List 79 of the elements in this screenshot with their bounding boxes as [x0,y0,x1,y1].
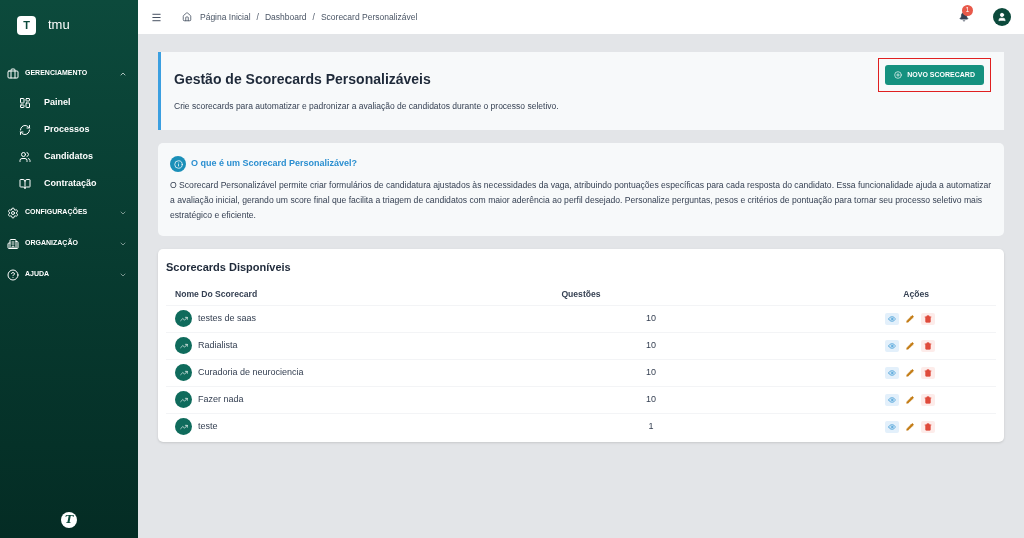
column-header: Questões [561,287,601,301]
trash-icon [924,368,932,377]
question-count: 1 [647,419,654,433]
trend-icon [179,341,188,350]
view-button[interactable] [885,366,899,379]
edit-button[interactable] [903,393,917,406]
sidebar-item[interactable]: Painel [0,89,138,116]
eye-icon [888,395,896,404]
delete-button[interactable] [921,339,935,352]
pencil-icon [906,314,914,323]
pencil-icon [906,422,914,431]
edit-button[interactable] [903,366,917,379]
eye-icon [888,341,896,350]
view-button[interactable] [885,339,899,352]
eye-icon [888,314,896,323]
breadcrumb-separator: / [256,10,259,24]
delete-button[interactable] [921,420,935,433]
footer-logo: T [61,512,77,528]
question-count: 10 [645,392,656,406]
page-subtitle: Crie scorecards para automatizar e padronizar a avaliação de candidatos durante o processo seletivo. [174,100,560,113]
trash-icon [924,422,932,431]
scorecard-name: Radialista [198,338,238,352]
question-count: 10 [645,365,656,379]
trash-icon [924,314,932,323]
gear-icon [7,206,19,219]
app-name: tmu [48,16,70,35]
sidebar-item[interactable]: Processos [0,116,138,143]
eye-icon [888,368,896,377]
info-title: O que é um Scorecard Personalizável? [191,157,358,171]
delete-button[interactable] [921,393,935,406]
app-logo: T [17,15,36,35]
trend-icon [179,368,188,377]
edit-button[interactable] [903,312,917,325]
column-header: Ações [903,287,929,301]
scorecard-name: Curadoria de neurociencia [198,365,304,379]
sidebar-item[interactable]: Candidatos [0,143,138,170]
pencil-icon [906,341,914,350]
info-text: O Scorecard Personalizável permite criar formulários de candidatura ajustados às necessidades da vaga, atribuindo pontuações específicas para cada resposta do candidato. Essa funcionalidade ajuda a automatizar a avaliação inicial, gerando um score final que facilita a triagem de candidatos com maior aderência ao perfil desejado. Personalize perguntas, pesos e critérios de pontuação para tornar seu processo seletivo mais estratégico e eficiente. [170,179,992,222]
delete-button[interactable] [921,366,935,379]
table-title: Scorecards Disponíveis [166,260,292,275]
pencil-icon [906,368,914,377]
cycle-icon [19,123,31,136]
user-icon [997,12,1007,22]
scorecard-name: testes de saas [198,311,257,325]
breadcrumb-link[interactable]: Scorecard Personalizável [320,10,418,24]
book-icon [19,177,31,190]
dashboard-icon [19,96,31,109]
scorecard-name: Fazer nada [198,392,244,406]
delete-button[interactable] [921,312,935,325]
breadcrumb-link[interactable]: Página Inicial [200,10,251,24]
column-header: Nome Do Scorecard [175,287,259,301]
notification-icon[interactable] [959,12,969,22]
eye-icon [888,422,896,431]
trash-icon [924,341,932,350]
scorecard-name: teste [198,419,218,433]
view-button[interactable] [885,420,899,433]
pencil-icon [906,395,914,404]
edit-button[interactable] [903,420,917,433]
breadcrumb-link[interactable]: Dashboard [264,10,307,24]
trend-icon [179,314,188,323]
view-button[interactable] [885,393,899,406]
menu-icon[interactable] [151,11,162,23]
page-title: Gestão de Scorecards Personalizáveis [174,70,432,90]
question-count: 10 [645,311,656,325]
trend-icon [179,395,188,404]
people-icon [19,150,31,163]
home-icon [182,12,192,22]
trash-icon [924,395,932,404]
view-button[interactable] [885,312,899,325]
plus-icon [894,71,903,79]
breadcrumb-separator: / [312,10,315,24]
avatar[interactable] [993,8,1011,26]
briefcase-icon [7,67,19,80]
sidebar-item[interactable]: Contratação [0,170,138,197]
building-icon [7,237,19,250]
help-icon [7,268,19,281]
edit-button[interactable] [903,339,917,352]
trend-icon [179,422,188,431]
question-count: 10 [645,338,656,352]
